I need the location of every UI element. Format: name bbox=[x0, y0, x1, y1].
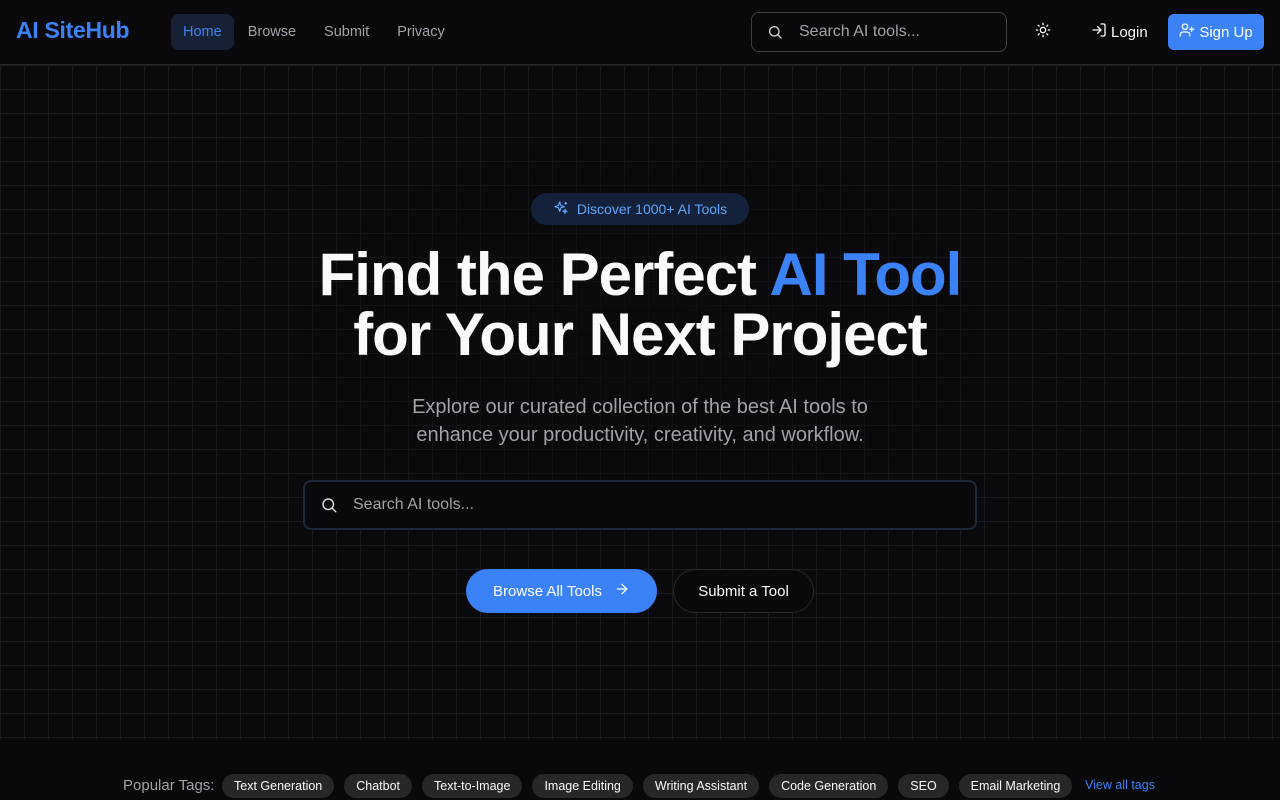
tag-chip[interactable]: SEO bbox=[898, 774, 949, 798]
nav-item-privacy[interactable]: Privacy bbox=[383, 14, 459, 50]
search-icon bbox=[767, 24, 783, 45]
site-logo[interactable]: AI SiteHub bbox=[16, 17, 130, 44]
nav-item-submit[interactable]: Submit bbox=[310, 14, 383, 50]
header-search-input[interactable] bbox=[799, 13, 999, 51]
submit-tool-button[interactable]: Submit a Tool bbox=[673, 569, 814, 613]
tag-chip[interactable]: Text Generation bbox=[222, 774, 335, 798]
main-nav: Home Browse Submit Privacy bbox=[171, 14, 459, 50]
browse-all-tools-button[interactable]: Browse All Tools bbox=[466, 569, 657, 613]
login-label: Login bbox=[1111, 23, 1148, 41]
hero-section: Discover 1000+ AI Tools Find the Perfect… bbox=[0, 65, 1280, 740]
user-plus-icon bbox=[1179, 22, 1195, 42]
login-icon bbox=[1091, 22, 1107, 42]
arrow-right-icon bbox=[614, 581, 630, 601]
hero-title-part1: Find the Perfect bbox=[318, 241, 757, 308]
signup-label: Sign Up bbox=[1199, 23, 1253, 41]
hero-subtitle: Explore our curated collection of the be… bbox=[412, 396, 868, 446]
tag-chip[interactable]: Writing Assistant bbox=[642, 774, 760, 798]
badge-label: Discover 1000+ AI Tools bbox=[576, 201, 728, 217]
nav-item-home[interactable]: Home bbox=[171, 14, 234, 50]
sun-icon bbox=[1035, 22, 1051, 43]
popular-tags-section: Popular Tags: Text Generation Chatbot Te… bbox=[0, 740, 1280, 800]
tag-chip[interactable]: Image Editing bbox=[532, 774, 633, 798]
hero-search-input[interactable] bbox=[353, 482, 953, 528]
nav-item-browse[interactable]: Browse bbox=[234, 14, 310, 50]
popular-tags-label: Popular Tags: bbox=[123, 777, 215, 794]
search-icon bbox=[320, 496, 338, 519]
hero-title-line2: for Your Next Project bbox=[353, 301, 928, 368]
tag-chip[interactable]: Code Generation bbox=[769, 774, 889, 798]
tag-chip[interactable]: Email Marketing bbox=[958, 774, 1073, 798]
theme-toggle-button[interactable] bbox=[1027, 16, 1059, 48]
tags-list: Text Generation Chatbot Text-to-Image Im… bbox=[222, 774, 1073, 798]
tag-chip[interactable]: Chatbot bbox=[344, 774, 413, 798]
header-search-box bbox=[751, 12, 1007, 52]
hero-title: Find the Perfect AI Tool for Your Next P… bbox=[0, 245, 1280, 365]
hero-search-box bbox=[303, 480, 977, 530]
top-navbar: AI SiteHub Home Browse Submit Privacy Se… bbox=[0, 0, 1280, 65]
hero-title-accent: AI Tool bbox=[769, 241, 963, 308]
sparkles-icon bbox=[553, 200, 569, 219]
signup-button[interactable]: Sign Up bbox=[1168, 14, 1264, 50]
tag-chip[interactable]: Text-to-Image bbox=[422, 774, 523, 798]
browse-label: Browse All Tools bbox=[493, 582, 602, 600]
view-all-tags-link[interactable]: View all tags bbox=[1085, 778, 1155, 792]
discover-badge: Discover 1000+ AI Tools bbox=[531, 193, 749, 225]
login-button[interactable]: Login bbox=[1082, 14, 1157, 50]
